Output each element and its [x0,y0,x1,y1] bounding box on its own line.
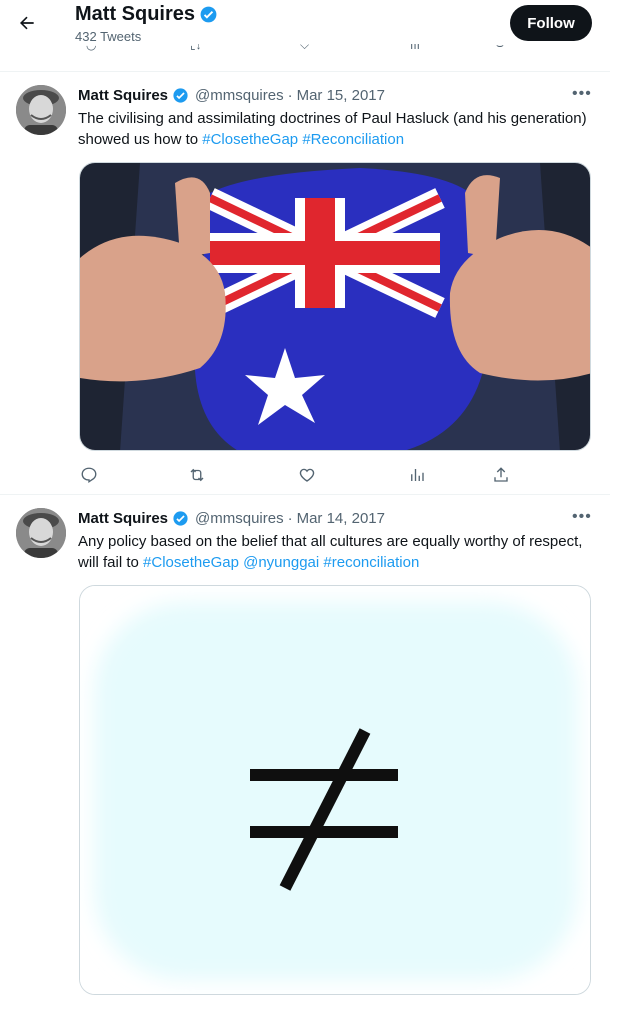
more-options-icon[interactable]: ••• [572,85,592,103]
views-icon: ııı [410,44,421,52]
views-icon[interactable] [406,464,428,486]
tweet-text: Any policy based on the belief that all … [78,531,588,573]
hashtag-link[interactable]: #ClosetheGap [202,131,298,148]
tweet[interactable]: Matt Squires @mmsquires · Mar 14, 2017 •… [0,496,610,1009]
follow-button[interactable]: Follow [510,5,592,41]
not-equal-sign-image[interactable] [79,585,591,995]
share-icon[interactable] [490,464,512,486]
hashtag-link[interactable]: #ClosetheGap [143,554,239,571]
avatar[interactable] [16,508,66,558]
author-handle[interactable]: @mmsquires [195,510,284,527]
back-button[interactable] [12,8,42,38]
tweet-header: Matt Squires @mmsquires · Mar 15, 2017 [78,87,385,104]
retweet-icon[interactable] [186,464,208,486]
reply-icon[interactable] [78,464,100,486]
tweet-date[interactable]: Mar 15, 2017 [297,87,385,104]
tweet-count: 432 Tweets [75,29,142,44]
tweet-date[interactable]: Mar 14, 2017 [297,510,385,527]
mention-link[interactable]: @nyunggai [243,554,319,571]
profile-name: Matt Squires [75,3,196,25]
tweet-text: The civilising and assimilating doctrine… [78,108,588,150]
separator: · [287,510,293,527]
hashtag-link[interactable]: #reconciliation [323,554,419,571]
like-icon: ⌵ [300,44,310,52]
retweet-icon: ⌞↓ [190,44,202,52]
like-icon[interactable] [296,464,318,486]
arrow-left-icon [20,16,34,30]
profile-header: Matt Squires 432 Tweets Follow ◡ ⌞↓ ⌵ ıı… [0,0,610,72]
verified-badge-icon [173,88,188,103]
reply-icon: ◡ [86,44,97,52]
tweet-header: Matt Squires @mmsquires · Mar 14, 2017 [78,510,385,527]
separator: · [287,87,293,104]
verified-badge-icon [173,511,188,526]
author-name[interactable]: Matt Squires [78,510,168,527]
avatar[interactable] [16,85,66,135]
author-name[interactable]: Matt Squires [78,87,168,104]
author-handle[interactable]: @mmsquires [195,87,284,104]
more-options-icon[interactable]: ••• [572,508,592,526]
verified-badge-icon [200,6,217,23]
profile-name-row: Matt Squires [75,3,218,26]
australian-flag-shirt-image[interactable] [79,162,591,451]
share-icon: ⌣ [496,44,504,52]
tweet[interactable]: Matt Squires @mmsquires · Mar 15, 2017 •… [0,73,610,495]
tweet-actions [78,464,590,486]
hashtag-link[interactable]: #Reconciliation [302,131,404,148]
scrolled-action-bar: ◡ ⌞↓ ⌵ ııı ⌣ [78,44,590,60]
